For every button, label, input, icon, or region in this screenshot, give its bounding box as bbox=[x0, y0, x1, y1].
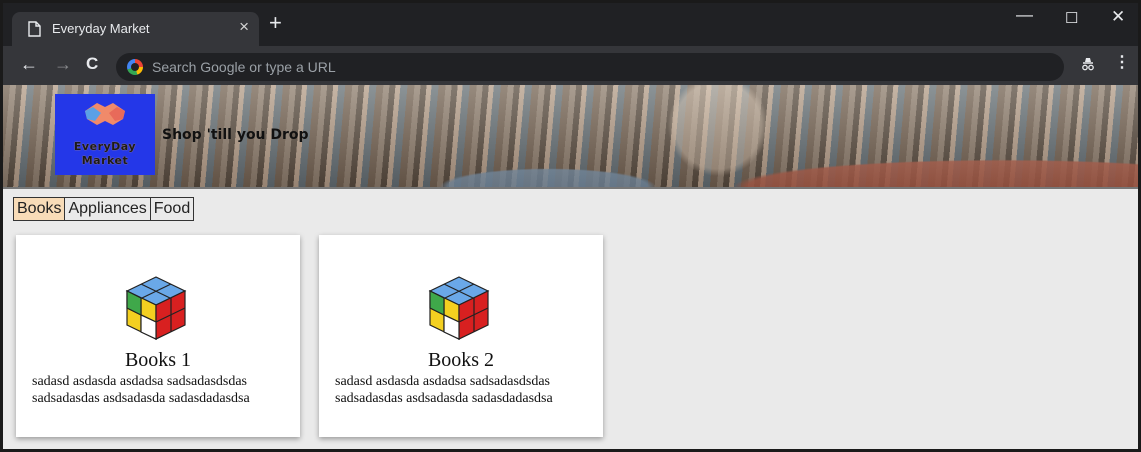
forward-button[interactable]: → bbox=[54, 55, 72, 73]
tab-food[interactable]: Food bbox=[149, 197, 195, 221]
site-tagline: Shop 'till you Drop bbox=[162, 127, 309, 143]
browser-window: Everyday Market × + — ☐ ✕ ← → C Search G… bbox=[0, 0, 1141, 452]
logo-line-1: EveryDay bbox=[73, 140, 137, 153]
logo-line-2: Market bbox=[81, 154, 129, 167]
category-tabs: Books Appliances Food bbox=[13, 197, 195, 221]
google-icon bbox=[127, 59, 143, 75]
reload-button[interactable]: C bbox=[86, 55, 98, 73]
browser-tab[interactable]: Everyday Market × bbox=[12, 12, 259, 46]
address-bar-placeholder[interactable]: Search Google or type a URL bbox=[152, 59, 336, 75]
new-tab-button[interactable]: + bbox=[269, 12, 282, 34]
handshake-icon bbox=[85, 103, 125, 125]
rubiks-cube-icon bbox=[428, 276, 490, 340]
product-description: sadasd asdasda asdadsa sadsadasdsdas sad… bbox=[335, 374, 553, 406]
tab-books[interactable]: Books bbox=[13, 197, 66, 221]
product-title: Books 2 bbox=[427, 349, 495, 371]
tab-strip: Everyday Market × + — ☐ ✕ bbox=[3, 3, 1138, 46]
menu-button[interactable]: ⋮ bbox=[1114, 55, 1130, 71]
tab-close-icon[interactable]: × bbox=[239, 17, 249, 37]
tab-appliances[interactable]: Appliances bbox=[64, 197, 151, 221]
minimize-button[interactable]: — bbox=[1016, 5, 1033, 25]
address-bar[interactable]: Search Google or type a URL bbox=[116, 53, 1064, 81]
header-banner: EveryDay Market Shop 'till you Drop bbox=[3, 85, 1138, 189]
product-card[interactable]: Books 2 sadasd asdasda asdadsa sadsadasd… bbox=[319, 235, 603, 437]
back-button[interactable]: ← bbox=[20, 55, 38, 73]
product-description: sadasd asdasda asdadsa sadsadasdsdas sad… bbox=[32, 374, 250, 406]
maximize-button[interactable]: ☐ bbox=[1065, 9, 1078, 27]
page-icon bbox=[28, 21, 41, 37]
logo-text: EveryDay Market bbox=[55, 140, 155, 168]
incognito-icon[interactable] bbox=[1080, 56, 1096, 72]
site-logo[interactable]: EveryDay Market bbox=[55, 94, 155, 175]
product-title: Books 1 bbox=[124, 349, 192, 371]
browser-toolbar: ← → C Search Google or type a URL ⋮ bbox=[3, 46, 1138, 85]
tab-title: Everyday Market bbox=[52, 21, 150, 36]
page-content: EveryDay Market Shop 'till you Drop Book… bbox=[3, 85, 1138, 449]
close-window-button[interactable]: ✕ bbox=[1111, 7, 1125, 27]
product-card[interactable]: Books 1 sadasd asdasda asdadsa sadsadasd… bbox=[16, 235, 300, 437]
rubiks-cube-icon bbox=[125, 276, 187, 340]
